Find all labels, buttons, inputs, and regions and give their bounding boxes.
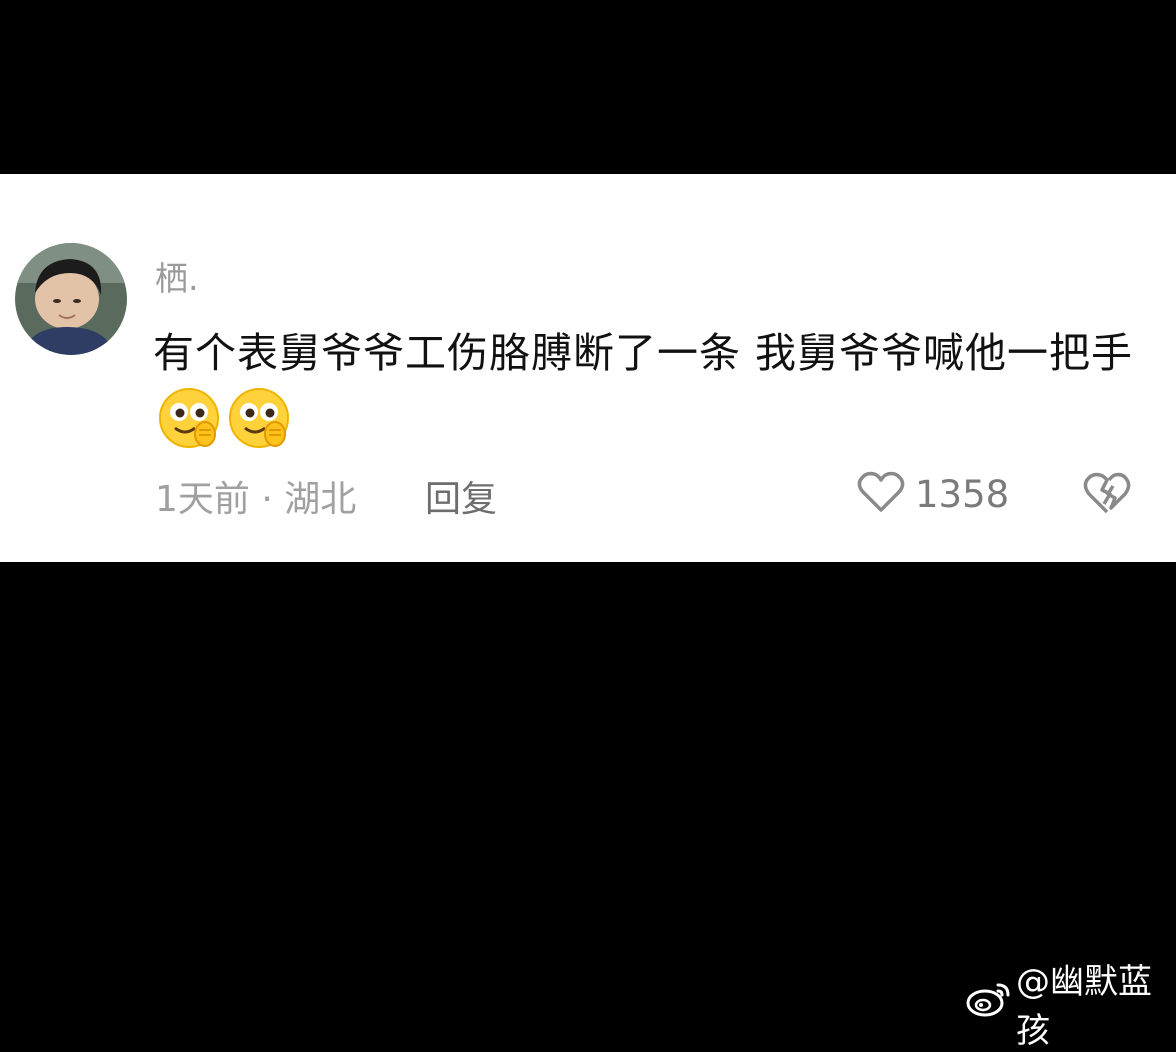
comment-card: 栖. 有个表舅爷爷工伤胳膊断了一条 我舅爷爷喊他一把手 1天前 · 湖北 回复 … xyxy=(0,174,1176,562)
watermark: @幽默蓝孩 xyxy=(966,954,1176,1052)
comment-text: 有个表舅爷爷工伤胳膊断了一条 我舅爷爷喊他一把手 xyxy=(153,329,1134,377)
broken-heart-icon[interactable] xyxy=(1082,472,1132,520)
reply-button[interactable]: 回复 xyxy=(425,470,497,522)
heart-outline-icon[interactable] xyxy=(857,470,905,518)
watermark-text: @幽默蓝孩 xyxy=(1016,962,1152,1051)
like-button[interactable]: 1358 xyxy=(857,470,1009,518)
comment-time-location: 1天前 · 湖北 xyxy=(155,479,357,520)
username[interactable]: 栖. xyxy=(155,252,199,300)
avatar[interactable] xyxy=(15,243,127,355)
weibo-logo-icon xyxy=(966,981,1012,1026)
comment-body: 有个表舅爷爷工伤胳膊断了一条 我舅爷爷喊他一把手 xyxy=(153,320,1143,455)
like-count: 1358 xyxy=(915,472,1010,516)
avatar-image xyxy=(15,243,127,355)
face-with-hand-over-mouth-emoji xyxy=(157,386,221,450)
face-with-hand-over-mouth-emoji xyxy=(227,386,291,450)
dislike-button[interactable] xyxy=(1082,470,1132,520)
